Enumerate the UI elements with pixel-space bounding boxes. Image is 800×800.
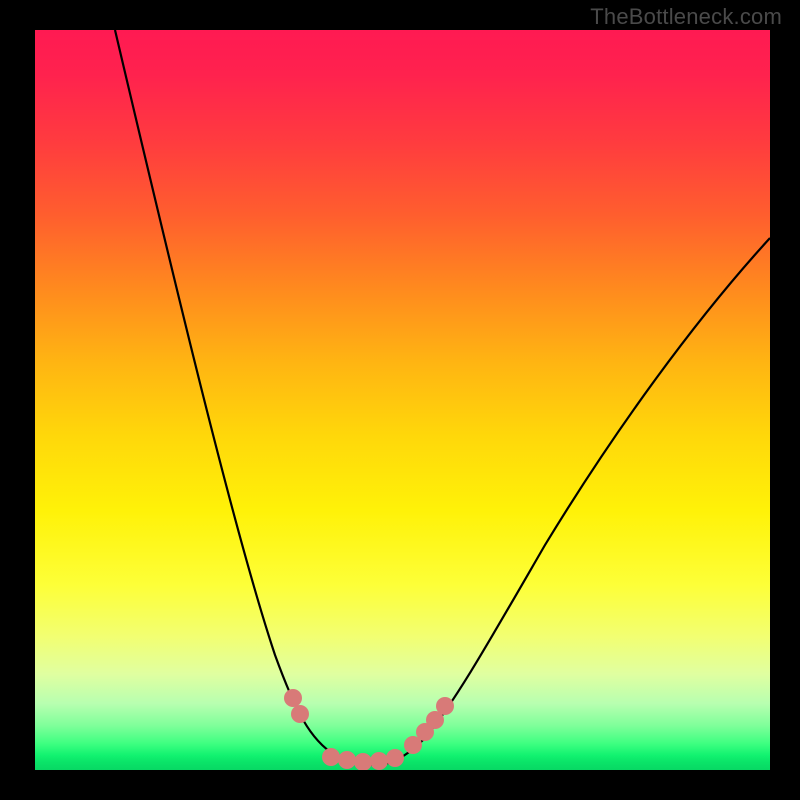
data-marker	[370, 752, 388, 770]
left-curve	[115, 30, 375, 765]
data-marker	[338, 751, 356, 769]
data-marker	[386, 749, 404, 767]
right-curve	[375, 238, 770, 765]
data-marker	[284, 689, 302, 707]
data-marker	[354, 753, 372, 770]
plot-area	[35, 30, 770, 770]
data-marker	[436, 697, 454, 715]
data-marker	[291, 705, 309, 723]
chart-frame: TheBottleneck.com	[0, 0, 800, 800]
data-marker	[322, 748, 340, 766]
watermark-text: TheBottleneck.com	[590, 4, 782, 30]
curve-overlay	[35, 30, 770, 770]
